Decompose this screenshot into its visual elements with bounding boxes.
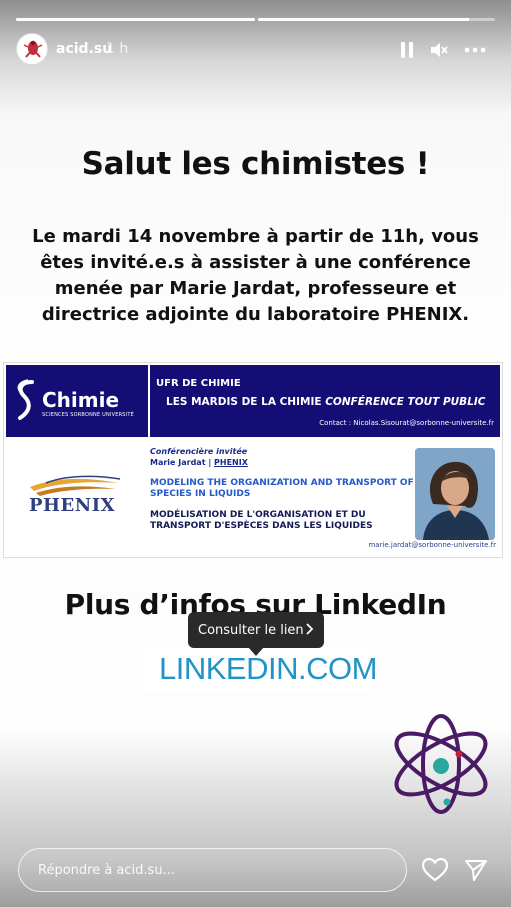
tooltip-arrow: [248, 647, 264, 656]
acid-logo-icon: [18, 35, 47, 64]
invited-label: Conférencière invitée: [150, 447, 248, 456]
series-name: LES MARDIS DE LA CHIMIE: [166, 396, 322, 408]
heart-icon: [422, 858, 448, 882]
reply-input[interactable]: Répondre à acid.su...: [18, 848, 407, 892]
speaker-text: Marie Jardat |: [150, 458, 215, 467]
atom-sticker-icon: [394, 714, 488, 814]
chimie-logo: Chimie SCIENCES SORBONNE UNIVERSITÉ: [12, 375, 152, 425]
sorbonne-s-icon: [17, 379, 34, 420]
intro-line: menée par Marie Jardat, professeure et: [54, 278, 457, 299]
story-progress-1: [16, 18, 255, 21]
muted-speaker-icon: [431, 43, 448, 57]
speaker-portrait-icon: [415, 448, 495, 540]
chimie-brand: Chimie: [42, 388, 120, 412]
progress-fill: [16, 18, 255, 21]
talk-title-en: MODELING THE ORGANIZATION AND TRANSPORT …: [150, 478, 414, 499]
story-intro: Le mardi 14 novembre à partir de 11h, vo…: [30, 224, 481, 328]
story-viewer[interactable]: acid.su 1 h Salut les chimistes ! Le mar…: [0, 0, 511, 907]
phenix-wordmark: PHENIX: [29, 495, 116, 516]
flyer-contact: Contact : Nicolas.Sisourat@sorbonne-univ…: [319, 419, 494, 427]
intro-line: directrice adjointe du laboratoire PHENI…: [41, 304, 470, 325]
time-ago: 1 h: [106, 41, 129, 57]
chevron-right-icon: [306, 623, 314, 635]
flyer-divider: [148, 365, 150, 437]
talk-title-fr: MODÉLISATION DE L'ORGANISATION ET DU TRA…: [150, 510, 373, 531]
speaker-email: marie.jardat@sorbonne-universite.fr: [368, 541, 496, 549]
username[interactable]: acid.su: [56, 41, 112, 57]
phenix-logo: PHENIX: [26, 475, 122, 521]
like-button[interactable]: [421, 857, 449, 883]
mute-button[interactable]: [427, 38, 451, 62]
chimie-brand-sub: SCIENCES SORBONNE UNIVERSITÉ: [42, 412, 134, 418]
send-icon: [465, 860, 487, 881]
flyer-header: Chimie SCIENCES SORBONNE UNIVERSITÉ UFR …: [6, 365, 500, 437]
phenix-wings-icon: [30, 475, 121, 496]
speaker-photo: [415, 448, 495, 540]
series-label: LES MARDIS DE LA CHIMIE CONFÉRENCE TOUT …: [166, 396, 486, 408]
series-type: CONFÉRENCE TOUT PUBLIC: [325, 396, 486, 408]
intro-line: êtes invité.e.s à assister à une confére…: [40, 252, 471, 273]
tooltip-label: Consulter le lien: [198, 622, 304, 638]
pause-button[interactable]: [395, 38, 419, 62]
pause-icon: [401, 42, 413, 58]
share-button[interactable]: [462, 857, 490, 883]
story-progress-2: [258, 18, 495, 21]
more-dots-icon: [464, 47, 486, 53]
progress-fill: [258, 18, 469, 21]
speaker-lab-link: PHENIX: [214, 458, 248, 467]
story-title: Salut les chimistes !: [81, 146, 430, 182]
more-options-button[interactable]: [463, 38, 487, 62]
conference-flyer: Chimie SCIENCES SORBONNE UNIVERSITÉ UFR …: [3, 362, 503, 558]
speaker-name: Marie Jardat | PHENIX: [150, 458, 248, 467]
open-link-tooltip[interactable]: Consulter le lien: [188, 612, 324, 648]
avatar[interactable]: [16, 33, 48, 65]
intro-line: Le mardi 14 novembre à partir de 11h, vo…: [32, 226, 479, 247]
ufr-label: UFR DE CHIMIE: [156, 378, 241, 389]
link-label: LINKEDIN.COM: [159, 651, 377, 686]
